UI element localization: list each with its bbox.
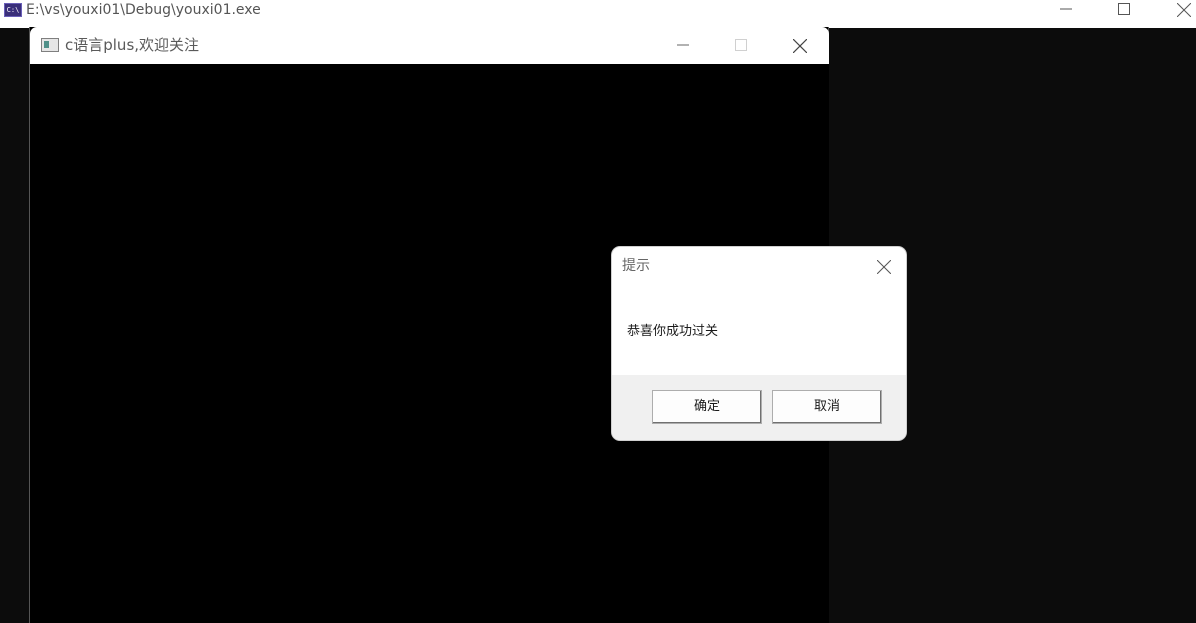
minimize-icon xyxy=(1060,8,1072,10)
dialog-close-button[interactable] xyxy=(862,247,906,285)
close-icon xyxy=(1177,3,1191,17)
console-maximize-button[interactable] xyxy=(1101,0,1147,20)
console-window-title: E:\vs\youxi01\Debug\youxi01.exe xyxy=(26,2,261,18)
maximize-icon xyxy=(1118,3,1130,15)
ok-button[interactable]: 确定 xyxy=(652,390,762,424)
console-close-button[interactable] xyxy=(1160,0,1196,20)
game-minimize-button[interactable] xyxy=(654,27,712,64)
console-app-icon: C:\ xyxy=(4,3,22,17)
cancel-button[interactable]: 取消 xyxy=(772,390,882,424)
console-titlebar: C:\ E:\vs\youxi01\Debug\youxi01.exe xyxy=(0,0,1196,28)
dialog-caption: 提示 xyxy=(622,258,650,274)
game-window-title: c语言plus,欢迎关注 xyxy=(65,36,200,54)
minimize-icon xyxy=(677,44,689,46)
maximize-icon xyxy=(735,39,747,51)
window-app-icon xyxy=(41,38,59,52)
close-icon xyxy=(793,39,807,53)
dialog-button-bar: 确定 取消 xyxy=(612,375,906,440)
message-dialog: 提示 恭喜你成功过关 确定 取消 xyxy=(612,247,906,440)
game-titlebar: c语言plus,欢迎关注 xyxy=(30,27,829,64)
game-close-button[interactable] xyxy=(770,27,828,64)
game-maximize-button[interactable] xyxy=(712,27,770,64)
close-icon xyxy=(877,260,891,274)
console-minimize-button[interactable] xyxy=(1043,0,1089,20)
dialog-message: 恭喜你成功过关 xyxy=(627,324,719,339)
